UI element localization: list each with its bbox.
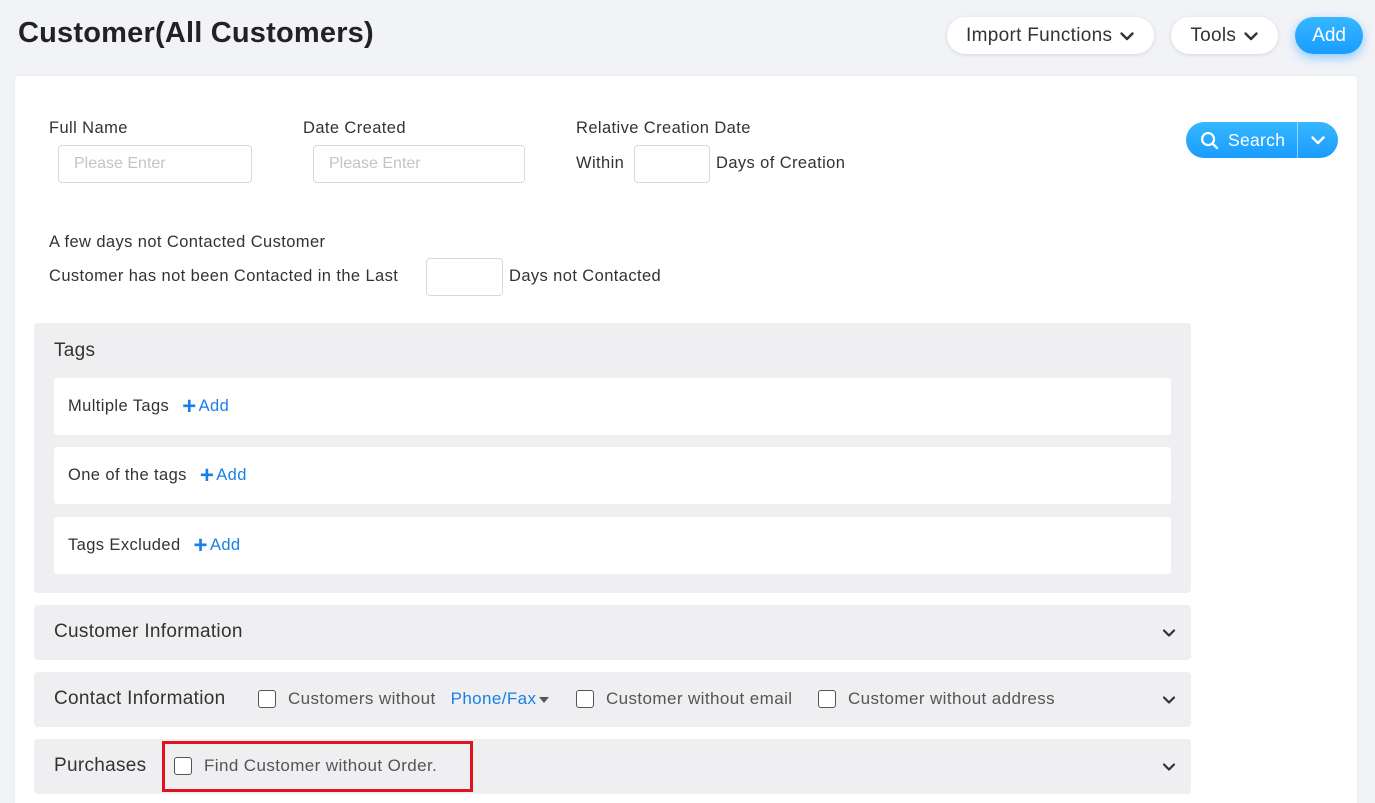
add-link-label: Add xyxy=(216,466,247,484)
add-link-label: Add xyxy=(209,536,241,554)
import-functions-button[interactable]: Import Functions xyxy=(947,17,1155,54)
highlight-box xyxy=(162,741,473,792)
tools-label: Tools xyxy=(1190,24,1237,46)
caret-down-icon xyxy=(539,697,550,703)
search-button[interactable]: Search xyxy=(1186,122,1298,158)
without-phone-checkbox[interactable] xyxy=(258,690,276,708)
full-name-input[interactable]: Please Enter xyxy=(58,145,252,183)
tag-row-one-of: One of the tags + Add xyxy=(54,447,1171,504)
add-link-label: Add xyxy=(198,397,230,415)
add-excluded-tags-link[interactable]: + Add xyxy=(193,531,241,559)
chevron-down-icon xyxy=(1311,136,1325,145)
plus-icon: + xyxy=(193,531,208,559)
without-email-label: Customer without email xyxy=(606,689,793,708)
contact-information-panel: Contact Information Customers without Ph… xyxy=(34,672,1191,727)
phone-fax-label: Phone/Fax xyxy=(450,689,537,708)
plus-icon: + xyxy=(199,461,215,489)
within-days-input[interactable] xyxy=(634,145,710,183)
purchases-title: Purchases xyxy=(54,755,147,776)
chevron-down-icon[interactable] xyxy=(1161,625,1177,641)
chevron-down-icon xyxy=(1244,31,1258,40)
tags-panel: Tags Multiple Tags + Add One of the tags … xyxy=(34,323,1191,593)
phone-fax-selector[interactable]: Phone/Fax xyxy=(451,689,550,709)
chevron-down-icon[interactable] xyxy=(1161,759,1177,775)
within-label: Within xyxy=(576,154,625,172)
add-multiple-tags-link[interactable]: + Add xyxy=(182,392,230,420)
without-phone-option[interactable]: Customers without Phone/Fax xyxy=(258,689,550,709)
plus-icon: + xyxy=(182,392,197,420)
tag-row-label: Tags Excluded xyxy=(68,536,181,554)
add-customer-button[interactable]: Add xyxy=(1295,17,1363,54)
page-title: Customer(All Customers) xyxy=(18,17,374,49)
chevron-down-icon xyxy=(1120,31,1135,40)
not-contacted-suffix: Days not Contacted xyxy=(509,267,662,285)
days-of-creation-label: Days of Creation xyxy=(716,154,846,172)
relative-creation-label: Relative Creation Date xyxy=(576,119,751,137)
date-created-input[interactable]: Please Enter xyxy=(313,145,525,183)
import-functions-label: Import Functions xyxy=(966,24,1113,46)
full-name-label: Full Name xyxy=(49,119,128,137)
without-email-option[interactable]: Customer without email xyxy=(576,689,792,709)
chevron-down-icon[interactable] xyxy=(1161,692,1177,708)
without-phone-label: Customers without xyxy=(288,689,436,708)
customer-information-title: Customer Information xyxy=(54,621,243,642)
filter-card: Full Name Please Enter Date Created Plea… xyxy=(15,76,1357,803)
search-label: Search xyxy=(1228,129,1286,150)
add-one-of-tags-link[interactable]: + Add xyxy=(199,461,247,489)
tags-title: Tags xyxy=(54,340,96,361)
tag-row-label: Multiple Tags xyxy=(68,397,170,415)
contact-information-title: Contact Information xyxy=(54,688,226,709)
without-address-option[interactable]: Customer without address xyxy=(818,689,1055,709)
tag-row-label: One of the tags xyxy=(68,466,187,484)
tag-row-excluded: Tags Excluded + Add xyxy=(54,517,1171,574)
date-created-label: Date Created xyxy=(303,119,406,137)
without-address-checkbox[interactable] xyxy=(818,690,836,708)
search-icon xyxy=(1200,131,1219,149)
tools-button[interactable]: Tools xyxy=(1171,17,1279,54)
tag-row-multiple: Multiple Tags + Add xyxy=(54,378,1171,435)
without-address-label: Customer without address xyxy=(848,689,1056,708)
without-email-checkbox[interactable] xyxy=(576,690,594,708)
top-actions: Import Functions Tools Add xyxy=(947,17,1363,54)
search-button-group: Search xyxy=(1186,122,1338,158)
search-options-dropdown[interactable] xyxy=(1298,122,1338,158)
customer-information-panel[interactable]: Customer Information xyxy=(34,605,1191,660)
not-contacted-days-input[interactable] xyxy=(426,258,503,296)
not-contacted-prefix: Customer has not been Contacted in the L… xyxy=(49,267,399,285)
not-contacted-title: A few days not Contacted Customer xyxy=(49,233,326,251)
